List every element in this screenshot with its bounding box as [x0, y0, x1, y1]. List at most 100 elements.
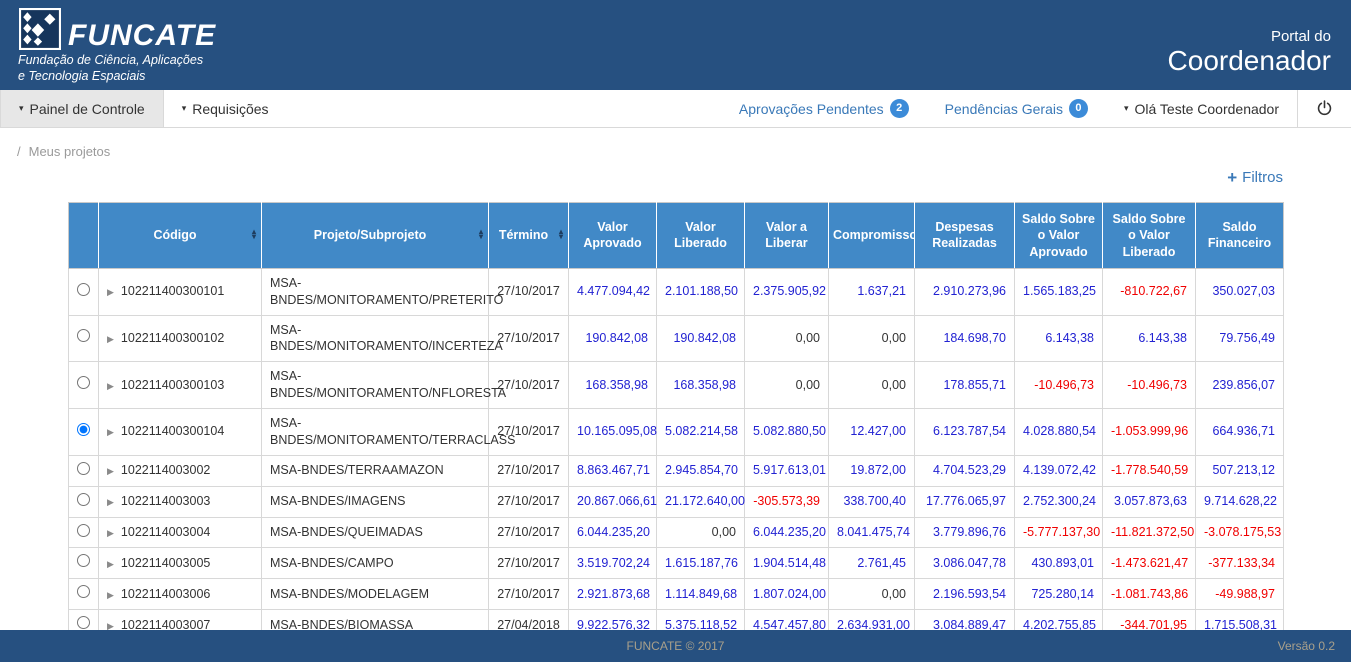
table-row: ▶1022114003002MSA-BNDES/TERRAAMAZON27/10…	[69, 455, 1284, 486]
project-name-cell: MSA-BNDES/IMAGENS	[262, 486, 489, 517]
expand-row-icon[interactable]: ▶	[107, 559, 114, 569]
value-cell: 178.855,71	[915, 362, 1015, 409]
sort-icon[interactable]: ▴▾	[559, 230, 563, 240]
row-select-radio[interactable]	[77, 616, 90, 629]
value-text: 6.044.235,20	[577, 525, 650, 539]
expand-row-icon[interactable]: ▶	[107, 381, 114, 391]
value-cell: 184.698,70	[915, 315, 1015, 362]
sort-icon[interactable]: ▴▾	[252, 230, 256, 240]
column-label: Valor a Liberar	[765, 220, 807, 250]
value-text: 190.842,08	[673, 331, 736, 345]
row-select-cell	[69, 486, 99, 517]
filters-button[interactable]: + Filtros	[1227, 169, 1283, 186]
value-cell: -10.496,73	[1015, 362, 1103, 409]
value-cell: 4.028.880,54	[1015, 409, 1103, 456]
value-text: 0,00	[712, 525, 736, 539]
code-cell: ▶ 1022114003003	[99, 486, 262, 517]
nav-user-menu[interactable]: ▾ Olá Teste Coordenador	[1106, 90, 1297, 127]
row-select-radio[interactable]	[77, 493, 90, 506]
expand-row-icon[interactable]: ▶	[107, 590, 114, 600]
nav-pendencias-gerais[interactable]: Pendências Gerais 0	[927, 90, 1106, 127]
value-cell: 20.867.066,61	[569, 486, 657, 517]
value-cell: 664.936,71	[1196, 409, 1284, 456]
row-select-radio[interactable]	[77, 462, 90, 475]
value-text: -5.777.137,30	[1023, 525, 1100, 539]
end-date-cell: 27/10/2017	[489, 268, 569, 315]
row-select-radio[interactable]	[77, 376, 90, 389]
sort-icon[interactable]: ▴▾	[479, 230, 483, 240]
value-cell: 5.082.880,50	[745, 409, 829, 456]
footer-version: Versão 0.2	[1278, 639, 1335, 653]
row-select-radio[interactable]	[77, 283, 90, 296]
value-text: 338.700,40	[843, 494, 906, 508]
breadcrumb: / Meus projetos	[17, 144, 1351, 159]
project-code: 102211400300104	[121, 424, 224, 438]
code-cell: ▶ 1022114003006	[99, 579, 262, 610]
value-text: 168.358,98	[585, 378, 648, 392]
row-select-radio[interactable]	[77, 423, 90, 436]
row-select-radio[interactable]	[77, 585, 90, 598]
column-label: Código	[153, 228, 196, 242]
column-label: Despesas Realizadas	[932, 220, 997, 250]
value-text: 6.143,38	[1045, 331, 1094, 345]
expand-row-icon[interactable]: ▶	[107, 528, 114, 538]
value-cell: -377.133,34	[1196, 548, 1284, 579]
project-code: 1022114003002	[121, 463, 210, 477]
value-cell: 6.143,38	[1103, 315, 1196, 362]
value-text: 0,00	[796, 378, 820, 392]
row-select-radio[interactable]	[77, 329, 90, 342]
expand-row-icon[interactable]: ▶	[107, 466, 114, 476]
row-select-cell	[69, 268, 99, 315]
column-header-projeto-subprojeto[interactable]: Projeto/Subprojeto▴▾	[262, 203, 489, 269]
project-code: 1022114003005	[121, 556, 210, 570]
value-text: 178.855,71	[943, 378, 1006, 392]
expand-row-icon[interactable]: ▶	[107, 427, 114, 437]
project-name-cell: MSA-BNDES/MODELAGEM	[262, 579, 489, 610]
nav-painel-de-controle[interactable]: ▾ Painel de Controle	[0, 90, 164, 127]
value-text: 2.375.905,92	[753, 284, 826, 298]
project-name-cell: MSA-BNDES/MONITORAMENTO/INCERTEZA	[262, 315, 489, 362]
nav-requisicoes-label: Requisições	[192, 101, 268, 117]
row-select-radio[interactable]	[77, 524, 90, 537]
project-name-cell: MSA-BNDES/MONITORAMENTO/TERRACLASS	[262, 409, 489, 456]
logo-title: FUNCATE	[68, 22, 216, 51]
project-name-cell: MSA-BNDES/CAMPO	[262, 548, 489, 579]
row-select-cell	[69, 409, 99, 456]
expand-row-icon[interactable]: ▶	[107, 334, 114, 344]
project-code: 102211400300103	[121, 378, 224, 392]
code-cell: ▶ 1022114003005	[99, 548, 262, 579]
nav-aprovacoes-pendentes[interactable]: Aprovações Pendentes 2	[721, 90, 927, 127]
value-cell: 168.358,98	[569, 362, 657, 409]
end-date-cell: 27/10/2017	[489, 548, 569, 579]
end-date-cell: 27/10/2017	[489, 579, 569, 610]
value-cell: 2.921.873,68	[569, 579, 657, 610]
column-header-t-rmino[interactable]: Término▴▾	[489, 203, 569, 269]
value-text: 2.101.188,50	[665, 284, 738, 298]
value-cell: 9.714.628,22	[1196, 486, 1284, 517]
expand-row-icon[interactable]: ▶	[107, 497, 114, 507]
value-cell: -1.473.621,47	[1103, 548, 1196, 579]
end-date-cell: 27/10/2017	[489, 455, 569, 486]
column-header-c-digo[interactable]: Código ▴▾	[99, 203, 262, 269]
end-date-cell: 27/10/2017	[489, 517, 569, 548]
logo-subtitle-line1: Fundação de Ciência, Aplicações	[18, 53, 216, 69]
value-text: 3.779.896,76	[933, 525, 1006, 539]
app-header: FUNCATE Fundação de Ciência, Aplicações …	[0, 0, 1351, 90]
project-code: 1022114003003	[121, 494, 210, 508]
power-icon	[1316, 100, 1333, 117]
value-text: 239.856,07	[1212, 378, 1275, 392]
value-text: 1.565.183,25	[1023, 284, 1096, 298]
value-cell: 6.044.235,20	[569, 517, 657, 548]
value-cell: 3.779.896,76	[915, 517, 1015, 548]
value-cell: 1.637,21	[829, 268, 915, 315]
expand-row-icon[interactable]: ▶	[107, 287, 114, 297]
value-cell: 190.842,08	[657, 315, 745, 362]
row-select-radio[interactable]	[77, 554, 90, 567]
nav-requisicoes[interactable]: ▾ Requisições	[164, 90, 287, 127]
aprovacoes-label: Aprovações Pendentes	[739, 101, 884, 117]
row-select-cell	[69, 579, 99, 610]
logout-button[interactable]	[1297, 90, 1351, 127]
value-cell: 4.704.523,29	[915, 455, 1015, 486]
project-code: 1022114003006	[121, 587, 210, 601]
value-text: 6.123.787,54	[933, 424, 1006, 438]
